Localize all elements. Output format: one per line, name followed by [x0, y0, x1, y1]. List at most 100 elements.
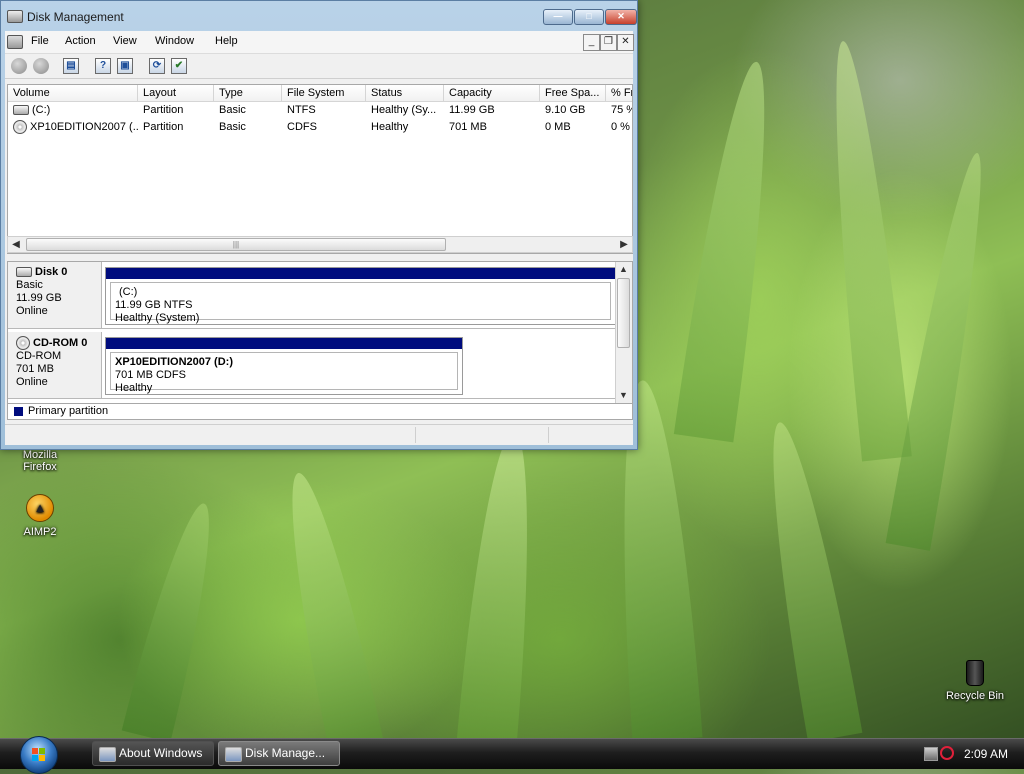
scroll-down-icon[interactable]: ▼ [616, 388, 631, 403]
menu-file[interactable]: File [31, 35, 49, 47]
help-icon[interactable]: ? [95, 58, 111, 74]
column-header-volume[interactable]: Volume [8, 85, 138, 101]
disk-label[interactable]: CD-ROM 0 CD-ROM 701 MB Online [8, 332, 102, 398]
forward-icon[interactable] [33, 58, 49, 74]
scroll-up-icon[interactable]: ▲ [616, 262, 631, 277]
window-app-icon [99, 747, 116, 762]
scroll-left-icon[interactable]: ◀ [8, 237, 24, 252]
partition-health: Healthy (System) [115, 312, 200, 324]
desktop-icon-firefox[interactable]: Mozilla Firefox [0, 449, 80, 473]
cell-free-space: 9.10 GB [545, 104, 586, 116]
disk-row[interactable]: Disk 0 Basic 11.99 GB Online (C:) 11.99 … [8, 262, 618, 329]
hard-disk-icon [13, 105, 29, 116]
partition-label: (C:) [119, 286, 138, 298]
show-action-pane-icon[interactable]: ▣ [117, 58, 133, 74]
network-icon[interactable] [924, 747, 938, 761]
security-icon[interactable] [940, 746, 954, 760]
volume-list[interactable]: Volume Layout Type File System Status Ca… [7, 84, 633, 254]
mdi-minimize-button[interactable]: _ [583, 34, 600, 51]
minimize-icon: _ [588, 36, 595, 47]
menu-action[interactable]: Action [65, 35, 96, 47]
column-header-free-space[interactable]: Free Spa... [540, 85, 606, 101]
partition-detail: 701 MB CDFS [115, 369, 186, 381]
menu-view[interactable]: View [113, 35, 137, 47]
cell-type: Basic [219, 121, 246, 133]
disk-row[interactable]: CD-ROM 0 CD-ROM 701 MB Online XP10EDITIO… [8, 332, 618, 399]
disk-graphical-view[interactable]: Disk 0 Basic 11.99 GB Online (C:) 11.99 … [7, 261, 633, 404]
desktop-icon-label: Mozilla Firefox [22, 449, 58, 473]
cell-capacity: 11.99 GB [449, 104, 495, 116]
maximize-button[interactable]: □ [574, 9, 604, 25]
disk-management-app-icon [7, 10, 23, 23]
partition-label: XP10EDITION2007 (D:) [115, 356, 233, 368]
taskbar-button-disk-management[interactable]: Disk Manage... [218, 741, 340, 766]
minimize-icon: — [553, 11, 563, 21]
menu-help[interactable]: Help [215, 35, 238, 47]
column-header-capacity[interactable]: Capacity [444, 85, 540, 101]
wallpaper-blade [456, 427, 544, 753]
partition-health: Healthy [115, 382, 153, 394]
cd-rom-icon [16, 336, 30, 350]
disk-size: 701 MB [16, 363, 54, 375]
cell-volume-text: (C:) [32, 104, 51, 116]
table-row[interactable]: XP10EDITION2007 (... Partition Basic CDF… [8, 119, 632, 136]
wallpaper-blade [673, 57, 787, 443]
cell-free-space: 0 MB [545, 121, 571, 133]
scrollbar-thumb[interactable] [617, 278, 630, 348]
legend-label: Primary partition [28, 405, 109, 417]
table-row[interactable]: (C:) Partition Basic NTFS Healthy (Sy...… [8, 102, 632, 119]
menu-window[interactable]: Window [155, 35, 194, 47]
taskbar-button-about-windows[interactable]: About Windows [92, 741, 214, 766]
partition-info: (C:) 11.99 GB NTFS Healthy (System) [110, 282, 611, 324]
window-client-area: File Action View Window Help _ ❐ ✕ ▤ ? ▣… [5, 31, 634, 445]
close-button[interactable]: ✕ [605, 9, 637, 25]
partition-legend: Primary partition [7, 404, 633, 420]
wallpaper-blade [271, 467, 384, 753]
disk-label[interactable]: Disk 0 Basic 11.99 GB Online [8, 262, 102, 328]
wallpaper-blade [818, 38, 912, 462]
column-header-layout[interactable]: Layout [138, 85, 214, 101]
column-header-percent-free[interactable]: % Fr [606, 85, 632, 101]
disk-kind: Basic [16, 279, 43, 291]
column-header-status[interactable]: Status [366, 85, 444, 101]
cell-capacity: 701 MB [449, 121, 487, 133]
start-button[interactable] [20, 736, 58, 774]
volume-list-header: Volume Layout Type File System Status Ca… [8, 85, 632, 102]
partition-block[interactable]: (C:) 11.99 GB NTFS Healthy (System) [105, 267, 616, 325]
taskbar-clock[interactable]: 2:09 AM [964, 747, 1008, 761]
title-bar[interactable]: Disk Management — □ ✕ [1, 1, 637, 31]
partition-block[interactable]: XP10EDITION2007 (D:) 701 MB CDFS Healthy [105, 337, 463, 395]
desktop-icon-aimp2[interactable]: ▲ AIMP2 [0, 494, 80, 538]
disk-management-window[interactable]: Disk Management — □ ✕ File Action View W… [0, 0, 638, 450]
mdi-document-icon[interactable] [7, 35, 23, 49]
back-icon[interactable] [11, 58, 27, 74]
desktop-icon-recycle-bin[interactable]: Recycle Bin [935, 660, 1015, 702]
restore-icon: ❐ [604, 36, 613, 47]
horizontal-scrollbar[interactable]: ◀ ||| ▶ [7, 236, 633, 253]
vertical-scrollbar[interactable]: ▲ ▼ [615, 262, 632, 403]
refresh-icon[interactable]: ⟳ [149, 58, 165, 74]
column-header-file-system[interactable]: File System [282, 85, 366, 101]
partition-info: XP10EDITION2007 (D:) 701 MB CDFS Healthy [110, 352, 458, 394]
cell-volume: XP10EDITION2007 (... [8, 119, 138, 136]
show-hide-tree-icon[interactable]: ▤ [63, 58, 79, 74]
disk-state: Online [16, 376, 48, 388]
scroll-right-icon[interactable]: ▶ [616, 237, 632, 252]
disk-management-app-icon [225, 747, 242, 762]
cell-layout: Partition [143, 121, 184, 133]
recycle-bin-icon [966, 660, 984, 686]
primary-partition-swatch [14, 407, 23, 416]
aimp-icon: ▲ [26, 494, 54, 522]
maximize-icon: □ [586, 11, 592, 21]
mdi-close-button[interactable]: ✕ [617, 34, 634, 51]
mdi-restore-button[interactable]: ❐ [600, 34, 617, 51]
toolbar: ▤ ? ▣ ⟳ ✔ [5, 54, 633, 79]
cd-rom-icon [13, 120, 27, 135]
properties-icon[interactable]: ✔ [171, 58, 187, 74]
scrollbar-thumb[interactable]: ||| [26, 238, 446, 251]
close-icon: ✕ [621, 36, 630, 47]
column-header-type[interactable]: Type [214, 85, 282, 101]
wallpaper-blade [752, 417, 863, 743]
minimize-button[interactable]: — [543, 9, 573, 25]
cell-volume: (C:) [8, 102, 138, 119]
